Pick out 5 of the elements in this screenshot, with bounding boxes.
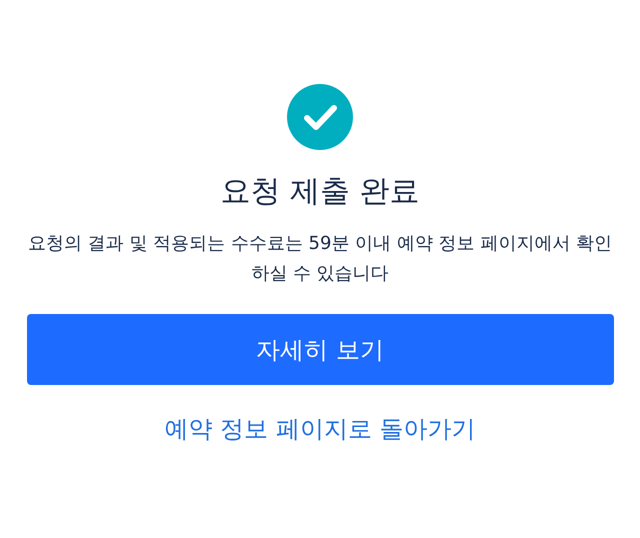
check-circle-icon xyxy=(287,84,353,150)
message: 요청의 결과 및 적용되는 수수료는 59분 이내 예약 정보 페이지에서 확인하실 수 있습니다 xyxy=(26,232,614,286)
title: 요청 제출 완료 xyxy=(220,173,420,211)
details-button[interactable]: 자세히 보기 xyxy=(26,314,614,385)
back-link[interactable]: 예약 정보 페이지로 돌아가기 xyxy=(164,413,476,445)
